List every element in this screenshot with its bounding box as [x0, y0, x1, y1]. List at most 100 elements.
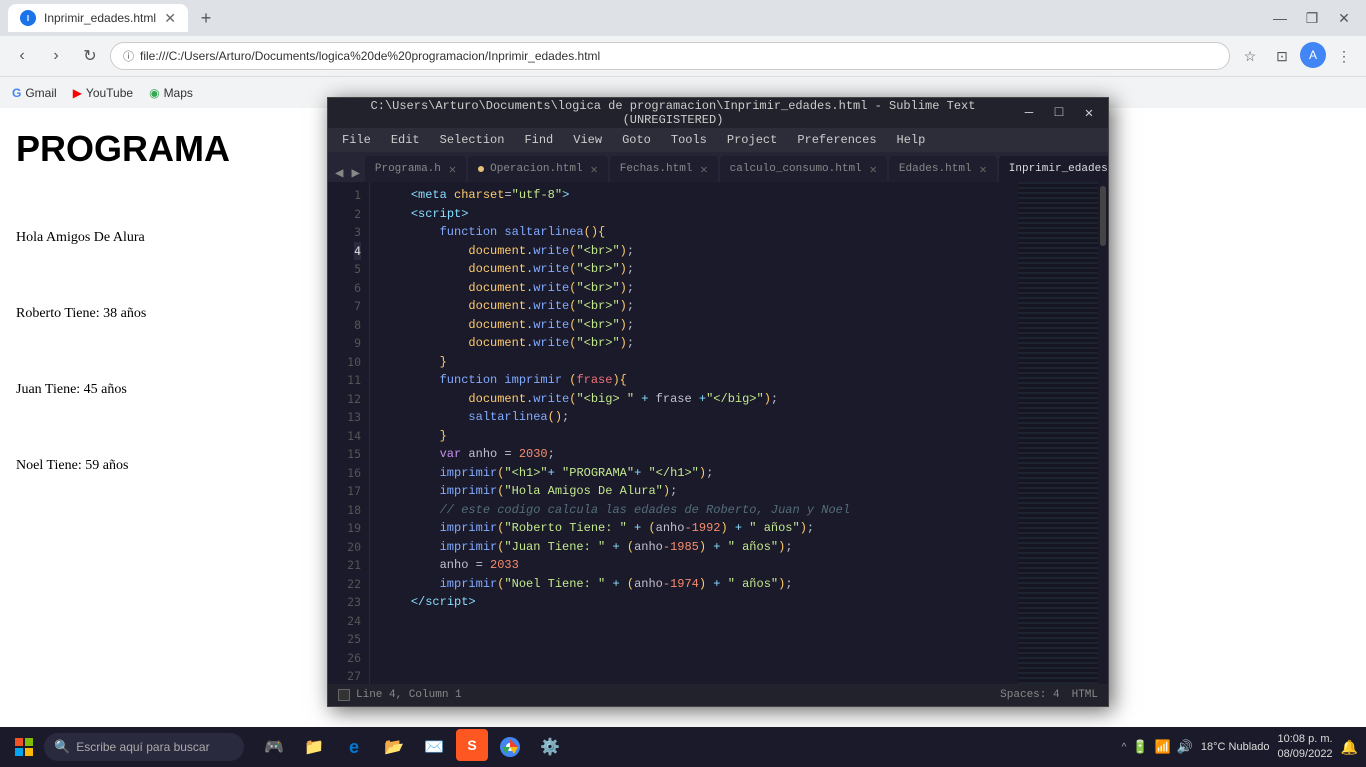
bookmark-maps[interactable]: ◉ Maps — [149, 86, 193, 100]
code-line-1: <meta charset="utf-8"> — [382, 186, 1018, 205]
tab-edades[interactable]: Edades.html ✕ — [889, 156, 997, 182]
taskbar-app-sublime[interactable]: S — [456, 729, 488, 761]
ln-7: 7 — [354, 297, 361, 316]
profile-button[interactable]: A — [1300, 42, 1326, 68]
tab-calculo-close[interactable]: ✕ — [870, 162, 877, 177]
back-button[interactable]: ‹ — [8, 42, 36, 70]
code-line-29: imprimir("Roberto Tiene: " + (anho-1992)… — [382, 519, 1018, 538]
search-icon: 🔍 — [54, 739, 70, 755]
tab-operacion-close[interactable]: ✕ — [591, 162, 598, 177]
bookmark-youtube[interactable]: ▶ YouTube — [73, 86, 133, 100]
tab-modified-dot — [478, 166, 484, 172]
taskbar-app-explorer[interactable]: 📁 — [296, 729, 332, 765]
close-button[interactable]: ✕ — [1330, 4, 1358, 32]
maximize-button[interactable]: ❐ — [1298, 4, 1326, 32]
tab-close-button[interactable]: ✕ — [164, 10, 176, 27]
menu-preferences[interactable]: Preferences — [789, 131, 884, 149]
browser-tab[interactable]: I Inprimir_edades.html ✕ — [8, 4, 188, 32]
more-button[interactable]: ⋮ — [1330, 42, 1358, 70]
code-line-24: imprimir("<h1>"+ "PROGRAMA"+ "</h1>"); — [382, 464, 1018, 483]
menu-edit[interactable]: Edit — [383, 131, 428, 149]
code-line-35: imprimir("Noel Tiene: " + (anho-1974) + … — [382, 575, 1018, 594]
menu-help[interactable]: Help — [889, 131, 934, 149]
tab-operacion[interactable]: Operacion.html ✕ — [468, 156, 608, 182]
menu-view[interactable]: View — [565, 131, 610, 149]
tabs-next[interactable]: ▶ — [348, 165, 362, 182]
code-line-26: imprimir("Hola Amigos De Alura"); — [382, 482, 1018, 501]
taskbar-app-files[interactable]: 📂 — [376, 729, 412, 765]
code-body[interactable]: <meta charset="utf-8"> <script> function… — [370, 182, 1018, 684]
status-right: Spaces: 4 HTML — [1000, 689, 1098, 701]
scrollbar-thumb[interactable] — [1100, 186, 1106, 246]
status-bar: Line 4, Column 1 Spaces: 4 HTML — [328, 684, 1108, 706]
menu-selection[interactable]: Selection — [432, 131, 513, 149]
ln-4: 4 — [354, 242, 361, 261]
youtube-icon: ▶ — [73, 86, 82, 100]
tab-fechas[interactable]: Fechas.html ✕ — [610, 156, 718, 182]
taskbar-search[interactable]: 🔍 Escribe aquí para buscar — [44, 733, 244, 761]
tab-inprimir[interactable]: Inprimir_edades.html ✕ — [999, 156, 1108, 182]
tab-programa-close[interactable]: ✕ — [449, 162, 456, 177]
tray-volume: 🔊 — [1177, 739, 1193, 755]
sublime-close[interactable]: ✕ — [1078, 102, 1100, 124]
tabs-prev[interactable]: ◀ — [332, 165, 346, 182]
notification-button[interactable]: 🔔 — [1341, 739, 1358, 756]
tab-edades-close[interactable]: ✕ — [980, 162, 987, 177]
tab-fechas-close[interactable]: ✕ — [700, 162, 707, 177]
menu-project[interactable]: Project — [719, 131, 785, 149]
tray-network: 📶 — [1155, 739, 1171, 755]
menu-tools[interactable]: Tools — [663, 131, 715, 149]
ln-16: 16 — [347, 464, 361, 483]
minimize-button[interactable]: — — [1266, 4, 1294, 32]
code-line-9: document.write("<br>"); — [382, 279, 1018, 298]
code-line-16: function imprimir (frase){ — [382, 371, 1018, 390]
split-button[interactable]: ⊡ — [1268, 42, 1296, 70]
system-tray: ^ 🔋 📶 🔊 — [1122, 739, 1193, 755]
start-button[interactable] — [8, 731, 40, 763]
taskbar-app-mail[interactable]: ✉️ — [416, 729, 452, 765]
address-bar[interactable]: ⓘ file:///C:/Users/Arturo/Documents/logi… — [110, 42, 1230, 70]
taskbar-app-widgets[interactable]: 🎮 — [256, 729, 292, 765]
menu-find[interactable]: Find — [516, 131, 561, 149]
tray-chevron[interactable]: ^ — [1122, 742, 1127, 753]
bookmark-button[interactable]: ☆ — [1236, 42, 1264, 70]
taskbar-app-edge[interactable]: e — [336, 729, 372, 765]
code-line-10: document.write("<br>"); — [382, 297, 1018, 316]
scrollbar-track[interactable] — [1098, 182, 1108, 684]
ln-17: 17 — [347, 482, 361, 501]
code-line-14: } — [382, 353, 1018, 372]
taskbar-icons: 🎮 📁 e 📂 ✉️ S ⚙️ — [256, 729, 568, 765]
page-content: PROGRAMA Hola Amigos De Alura Roberto Ti… — [0, 108, 316, 727]
menu-file[interactable]: File — [334, 131, 379, 149]
tab-inprimir-label: Inprimir_edades.html — [1009, 163, 1108, 175]
status-line-col: Line 4, Column 1 — [356, 689, 462, 701]
menu-goto[interactable]: Goto — [614, 131, 659, 149]
code-line-18: document.write("<big> " + frase +"</big>… — [382, 390, 1018, 409]
code-line-22: var anho = 2030; — [382, 445, 1018, 464]
code-editor[interactable]: 1 2 3 4 5 6 7 8 9 10 11 12 13 14 15 16 1… — [328, 182, 1108, 684]
tab-programa-label: Programa.h — [375, 163, 441, 175]
ln-10: 10 — [347, 353, 361, 372]
taskbar-datetime[interactable]: 10:08 p. m. 08/09/2022 — [1278, 732, 1333, 763]
bookmark-gmail[interactable]: G Gmail — [12, 86, 57, 100]
taskbar-right: ^ 🔋 📶 🔊 18°C Nublado 10:08 p. m. 08/09/2… — [1122, 732, 1358, 763]
tab-edades-label: Edades.html — [899, 163, 972, 175]
ln-23: 23 — [347, 593, 361, 612]
page-line-4: Noel Tiene: 59 años — [16, 458, 300, 474]
taskbar-app-settings[interactable]: ⚙️ — [532, 729, 568, 765]
sublime-minimize[interactable]: — — [1018, 102, 1040, 124]
tab-calculo[interactable]: calculo_consumo.html ✕ — [720, 156, 887, 182]
youtube-label: YouTube — [86, 86, 133, 100]
minimap — [1018, 182, 1098, 684]
code-line-31: imprimir("Juan Tiene: " + (anho-1985) + … — [382, 538, 1018, 557]
reload-button[interactable]: ↻ — [76, 42, 104, 70]
taskbar-date: 08/09/2022 — [1278, 747, 1333, 762]
sublime-maximize[interactable]: □ — [1048, 102, 1070, 124]
maps-icon: ◉ — [149, 86, 159, 100]
browser-right-buttons: ☆ ⊡ A ⋮ — [1236, 42, 1358, 70]
forward-button[interactable]: › — [42, 42, 70, 70]
new-tab-button[interactable]: + — [192, 4, 220, 32]
tab-programa[interactable]: Programa.h ✕ — [365, 156, 466, 182]
taskbar-app-chrome[interactable] — [492, 729, 528, 765]
maps-label: Maps — [164, 86, 193, 100]
